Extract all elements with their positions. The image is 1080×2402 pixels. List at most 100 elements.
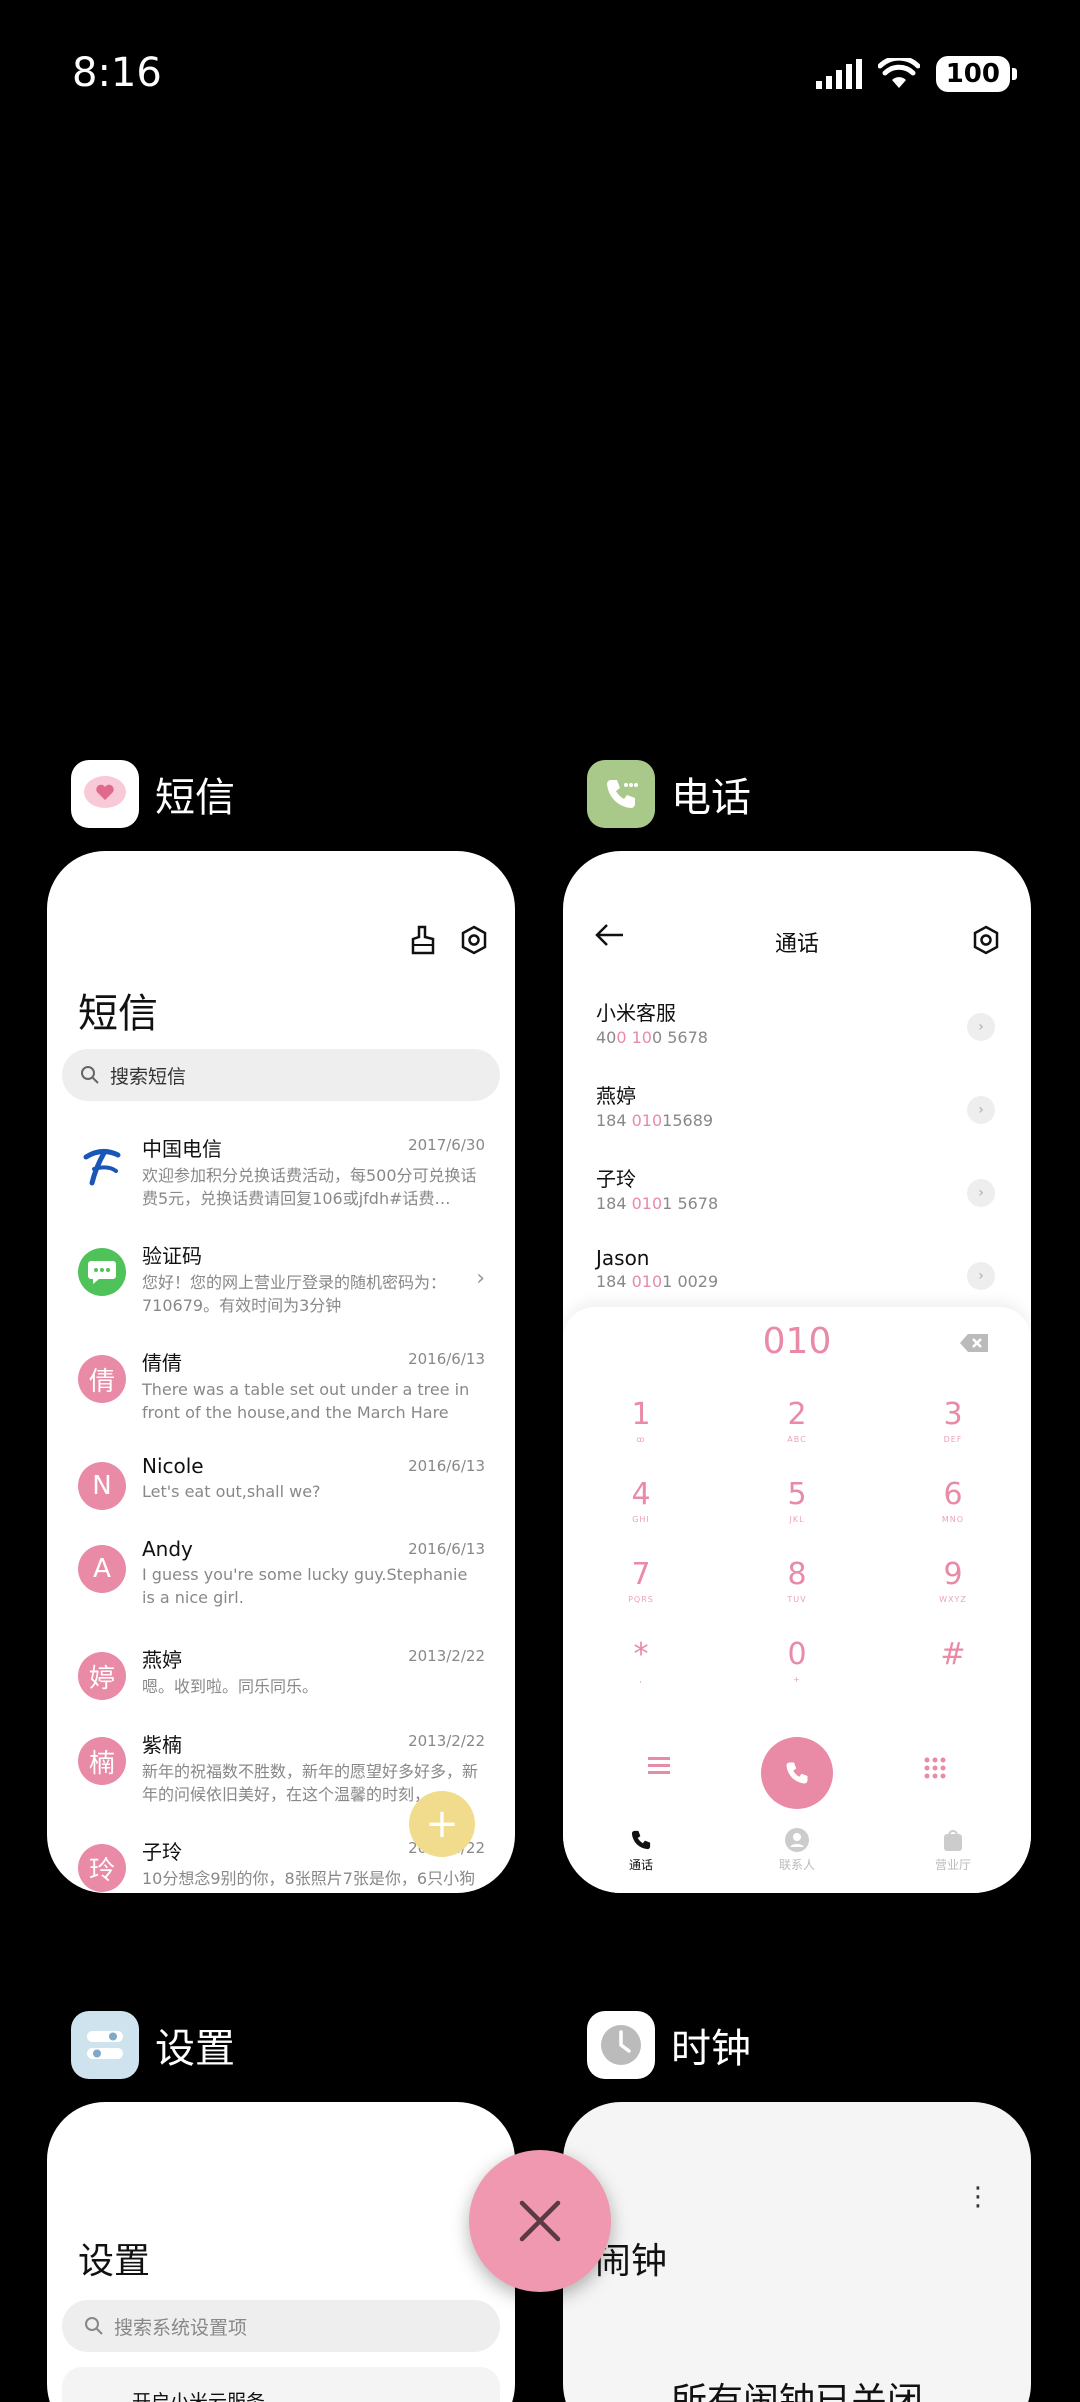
sender-name: 子玲: [142, 1840, 182, 1864]
app-name-clock: 时钟: [671, 2026, 751, 2072]
dial-key[interactable]: 3 DEF: [875, 1395, 1031, 1475]
contact-list: 小米客服 400 100 5678 › 燕婷 184 01015689 › 子玲…: [563, 991, 1031, 1323]
tab-label: 通话: [628, 1858, 653, 1872]
settings-gear-icon[interactable]: [459, 925, 489, 955]
message-preview: 欢迎参加积分兑换话费活动，每500分可兑换话费5元，兑换话费请回复106或jfd…: [142, 1166, 477, 1208]
china-telecom-logo-icon: [78, 1141, 126, 1189]
phone-app-card[interactable]: 通话 小米客服 400 100 5678 › 燕婷 184 01015689 ›…: [563, 851, 1031, 1893]
sms-app-icon: [71, 760, 139, 828]
chevron-right-icon[interactable]: ›: [967, 1262, 995, 1290]
phone-app-icon: [587, 760, 655, 828]
contact-name: 燕婷: [596, 1084, 636, 1108]
sender-name: Andy: [142, 1537, 193, 1561]
clock-app-card[interactable]: ⋮ 闹钟 所有闹钟已关闭: [563, 2102, 1031, 2402]
page-title: 通话: [774, 932, 819, 957]
sender-name: 中国电信: [142, 1137, 222, 1161]
phone-handset-icon: [786, 1762, 808, 1784]
page-title: 短信: [78, 991, 158, 1037]
list-item[interactable]: 验证码 您好！您的网上营业厅登录的随机密码为：710679。有效时间为3分钟 ›: [47, 1228, 515, 1335]
clean-brush-icon[interactable]: [409, 925, 437, 955]
wifi-icon: [877, 58, 920, 88]
sms-app-card[interactable]: 短信 搜索短信 中国电信 2017/6/30 欢迎参加积分兑换话费活动，每500分…: [47, 851, 515, 1893]
list-item[interactable]: 倩 倩倩 2016/6/13 There was a table set out …: [47, 1335, 515, 1442]
contacts-icon: [785, 1828, 809, 1852]
cloud-service-row[interactable]: 开启小米云服务: [62, 2367, 500, 2402]
contact-number: 184 0101 5678: [596, 1194, 719, 1213]
dial-key[interactable]: 2 ABC: [719, 1395, 875, 1475]
chevron-right-icon[interactable]: ›: [967, 1013, 995, 1041]
dial-key[interactable]: 4 GHI: [563, 1475, 719, 1555]
menu-icon[interactable]: [648, 1757, 670, 1775]
list-item[interactable]: 中国电信 2017/6/30 欢迎参加积分兑换话费活动，每500分可兑换话费5元，…: [47, 1121, 515, 1228]
backspace-icon[interactable]: [959, 1333, 989, 1353]
dial-key[interactable]: 9 WXYZ: [875, 1555, 1031, 1635]
app-name-phone: 电话: [671, 775, 751, 821]
message-date: 2016/6/13: [408, 1350, 485, 1368]
app-name-sms: 短信: [155, 775, 235, 821]
search-placeholder: 搜索短信: [110, 1065, 187, 1088]
contact-number: 184 0101 0029: [596, 1272, 719, 1291]
search-icon: [85, 2317, 103, 2335]
tab-contacts[interactable]: 联系人: [719, 1827, 875, 1873]
tab-calls[interactable]: 通话: [563, 1827, 719, 1873]
settings-app-card[interactable]: 设置 搜索系统设置项 开启小米云服务: [47, 2102, 515, 2402]
avatar: A: [78, 1545, 126, 1593]
app-header-clock[interactable]: 时钟: [587, 2011, 751, 2079]
app-header-phone[interactable]: 电话: [587, 760, 751, 828]
phone-tab-icon: [631, 1830, 651, 1850]
message-preview: 您好！您的网上营业厅登录的随机密码为：710679。有效时间为3分钟: [142, 1273, 447, 1315]
contact-name: Jason: [596, 1246, 650, 1270]
message-preview: I guess you're some lucky guy.Stephanie …: [142, 1565, 468, 1607]
sender-name: 燕婷: [142, 1648, 182, 1672]
message-preview: 10分想念9别的你，8张照片7张是你，6只小狗5只像你，4根骨头3根归你，2瓜善…: [142, 1869, 476, 1893]
contact-name: 小米客服: [596, 1001, 676, 1025]
tab-label: 营业厅: [934, 1858, 971, 1872]
search-input[interactable]: 搜索短信: [62, 1049, 500, 1101]
dial-key[interactable]: #: [875, 1635, 1031, 1715]
app-header-sms[interactable]: 短信: [71, 760, 235, 828]
message-date: 2013/2/22: [408, 1732, 485, 1750]
message-preview: Let's eat out,shall we?: [142, 1482, 321, 1501]
clear-all-button[interactable]: [469, 2150, 611, 2292]
dial-key[interactable]: 5 JKL: [719, 1475, 875, 1555]
chevron-right-icon[interactable]: ›: [967, 1179, 995, 1207]
sender-name: 验证码: [142, 1244, 202, 1268]
message-date: 2013/2/22: [408, 1647, 485, 1665]
avatar: 玲: [78, 1844, 126, 1892]
dial-key[interactable]: 1ꝏ: [563, 1395, 719, 1475]
message-date: 2016/6/13: [408, 1540, 485, 1558]
call-button[interactable]: [761, 1737, 833, 1809]
sender-name: 倩倩: [142, 1351, 182, 1375]
list-item[interactable]: A Andy 2016/6/13 I guess you're some luck…: [47, 1525, 515, 1632]
settings-gear-icon[interactable]: [971, 925, 1001, 955]
app-header-settings[interactable]: 设置: [71, 2011, 235, 2079]
list-item[interactable]: 婷 燕婷 2013/2/22 嗯。收到啦。同乐同乐。: [47, 1632, 515, 1717]
signal-icon: [815, 59, 862, 89]
message-date: 2017/6/30: [408, 1136, 485, 1154]
search-icon: [81, 1066, 99, 1084]
dial-key[interactable]: 7 PQRS: [563, 1555, 719, 1635]
dial-key[interactable]: 6 MNO: [875, 1475, 1031, 1555]
contact-number: 184 01015689: [596, 1111, 714, 1130]
dial-key[interactable]: 8 TUV: [719, 1555, 875, 1635]
list-item[interactable]: N Nicole 2016/6/13 Let's eat out,shall we…: [47, 1442, 515, 1525]
list-item[interactable]: 小米客服 400 100 5678 ›: [563, 991, 1031, 1074]
battery-level: 100: [935, 56, 1018, 92]
dialpad: 010 1ꝏ 2 ABC 3 DEF 4 GHI 5 JKL 6 MNO 7 PQRS 8T…: [563, 1307, 1031, 1893]
sender-name: 紫楠: [142, 1733, 182, 1757]
search-input[interactable]: 搜索系统设置项: [62, 2300, 500, 2352]
dial-key[interactable]: 0 +: [719, 1635, 875, 1715]
chat-bubble-icon: [78, 1248, 126, 1296]
tab-service-hall[interactable]: 营业厅: [875, 1827, 1031, 1873]
list-item[interactable]: 燕婷 184 01015689 ›: [563, 1074, 1031, 1157]
chevron-right-icon[interactable]: ›: [967, 1096, 995, 1124]
dial-key[interactable]: *,: [563, 1635, 719, 1715]
new-message-button[interactable]: +: [409, 1791, 475, 1857]
avatar: 倩: [78, 1355, 126, 1403]
more-options-icon[interactable]: ⋮: [965, 2182, 991, 2212]
status-time: 8:16: [72, 50, 162, 96]
status-icons: 100: [815, 56, 1018, 92]
list-item[interactable]: 子玲 184 0101 5678 ›: [563, 1157, 1031, 1240]
search-placeholder: 搜索系统设置项: [114, 2316, 248, 2339]
dialpad-toggle-icon[interactable]: [924, 1757, 946, 1779]
